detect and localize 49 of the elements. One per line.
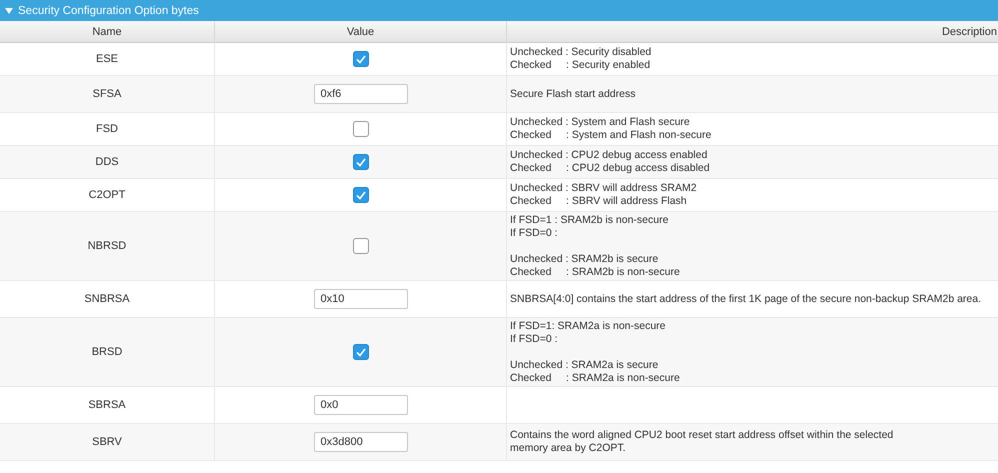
description-line: Checked : SRAM2b is non-secure [510,266,680,278]
value-field[interactable]: 0x3d800 [314,432,408,452]
description-line: Checked : System and Flash non-secure [510,129,712,142]
column-header: Name [0,21,215,43]
option-name: SBRV [92,436,122,448]
description-line: Unchecked : SRAM2b is secure [510,252,658,266]
checkbox[interactable] [352,344,368,360]
option-name: DDS [95,156,119,168]
check-icon [356,190,366,200]
description-line: Unchecked : System and Flash secure [510,116,690,129]
value-field[interactable]: 0xf6 [314,84,408,104]
description-line: If FSD=0 : [510,332,558,346]
checkbox[interactable] [352,121,368,137]
checkbox[interactable] [352,51,368,67]
description-line: memory area by C2OPT. [510,442,626,455]
description-line: Checked : Security enabled [510,59,650,72]
checkbox[interactable] [352,154,368,170]
column-header: Description [507,21,998,43]
option-name: SFSA [92,88,122,100]
description-line: Checked : SRAM2a is non-secure [510,372,680,384]
column-header: Value [215,21,507,43]
description-line: Secure Flash start address [510,88,636,100]
description-line: If FSD=1 : SRAM2b is non-secure [510,214,668,226]
caret-icon [5,8,13,14]
option-name: ESE [96,53,118,65]
checkbox[interactable] [352,187,368,203]
value-field[interactable]: 0x10 [314,289,408,309]
description-line: Unchecked : SBRV will address SRAM2 [510,182,697,195]
description-line: Unchecked : SRAM2a is secure [510,358,658,372]
option-name: BRSD [92,346,122,358]
value-field[interactable]: 0x0 [314,395,408,415]
section-title: Security Configuration Option bytes [18,4,199,16]
option-name: NBRSD [88,240,126,252]
option-name: FSD [96,123,118,135]
check-icon [356,158,366,166]
description-line: If FSD=1: SRAM2a is non-secure [510,320,666,332]
description-line: Unchecked : Security disabled [510,46,652,59]
check-icon [356,54,366,64]
option-name: SBRSA [88,399,126,411]
checkbox[interactable] [352,238,368,254]
description-line: Checked : SBRV will address Flash [510,195,687,208]
description-line: If FSD=0 : [510,226,558,240]
check-icon [356,348,366,356]
option-name: SNBRSA [84,293,130,305]
description-line: Unchecked : CPU2 debug access enabled [510,149,708,162]
description-line: Checked : CPU2 debug access disabled [510,162,710,175]
option-name: C2OPT [88,189,126,201]
description-line: Contains the word aligned CPU2 boot reset start address offset within the selected [510,429,894,442]
description-line: SNBRSA[4:0] contains the start address of the first 1K page of the secure non-backup SRAM2b area. [510,292,982,306]
